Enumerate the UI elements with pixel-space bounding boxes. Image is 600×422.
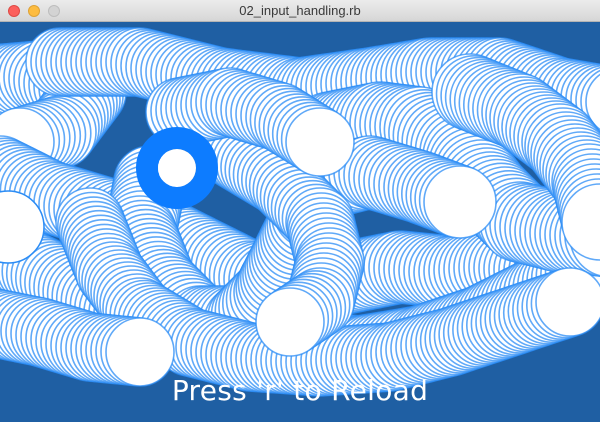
app-window: 02_input_handling.rb Press 'r' to Reload	[0, 0, 600, 422]
cursor-ring-center	[158, 149, 196, 187]
reload-instruction-text: Press 'r' to Reload	[171, 374, 429, 407]
drawing-canvas[interactable]: Press 'r' to Reload	[0, 22, 600, 422]
ring-trails	[0, 27, 600, 397]
window-title: 02_input_handling.rb	[239, 3, 361, 18]
title-bar[interactable]: 02_input_handling.rb	[0, 0, 600, 22]
